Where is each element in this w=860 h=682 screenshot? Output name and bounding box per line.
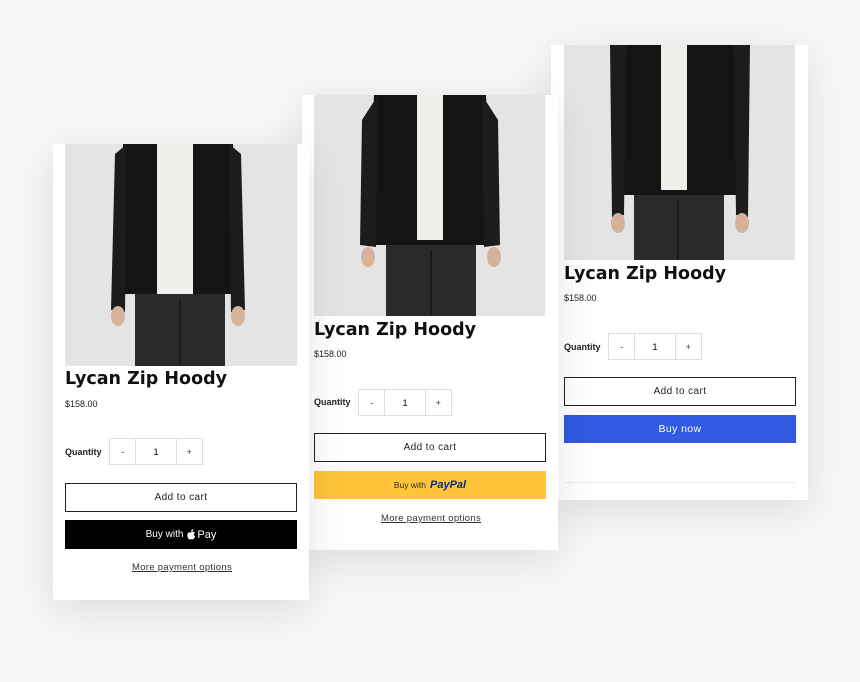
quantity-stepper: - 1 +	[608, 333, 702, 360]
buy-now-button[interactable]: Buy now	[564, 415, 796, 443]
product-image[interactable]	[564, 45, 795, 260]
product-price: $158.00	[65, 399, 98, 409]
quantity-input[interactable]: 1	[634, 334, 676, 359]
product-card-2: Lycan Zip Hoody $158.00 Quantity - 1 + A…	[302, 95, 558, 550]
paypal-prefix: Buy with	[393, 480, 427, 490]
product-price: $158.00	[564, 293, 597, 303]
apple-pay-brand: Pay	[197, 528, 217, 541]
quantity-input[interactable]: 1	[135, 439, 177, 464]
quantity-input[interactable]: 1	[384, 390, 426, 415]
apple-pay-button[interactable]: Buy with Pay	[65, 520, 297, 549]
more-payment-options-link[interactable]: More payment options	[381, 513, 481, 524]
product-image[interactable]	[65, 144, 297, 366]
product-title: Lycan Zip Hoody	[65, 369, 228, 389]
product-card-1: Lycan Zip Hoody $158.00 Quantity - 1 + A…	[53, 144, 309, 600]
product-image[interactable]	[314, 95, 545, 316]
more-payment-options-link[interactable]: More payment options	[132, 562, 232, 573]
apple-icon	[187, 529, 196, 540]
decrease-button[interactable]: -	[110, 439, 135, 464]
add-to-cart-button[interactable]: Add to cart	[564, 377, 796, 406]
jacket-illustration	[564, 45, 795, 260]
increase-button[interactable]: +	[676, 334, 701, 359]
increase-button[interactable]: +	[426, 390, 451, 415]
jacket-illustration	[314, 95, 545, 316]
decrease-button[interactable]: -	[609, 334, 634, 359]
product-title: Lycan Zip Hoody	[314, 320, 477, 340]
divider	[564, 482, 796, 483]
product-card-3: Lycan Zip Hoody $158.00 Quantity - 1 + A…	[551, 45, 808, 500]
decrease-button[interactable]: -	[359, 390, 384, 415]
quantity-label: Quantity	[564, 342, 601, 352]
jacket-illustration	[65, 144, 297, 366]
add-to-cart-button[interactable]: Add to cart	[314, 433, 546, 462]
paypal-logo: PayPal	[430, 479, 467, 491]
quantity-stepper: - 1 +	[109, 438, 203, 465]
quantity-label: Quantity	[314, 397, 351, 407]
apple-pay-prefix: Buy with	[145, 529, 184, 540]
add-to-cart-button[interactable]: Add to cart	[65, 483, 297, 512]
product-price: $158.00	[314, 349, 347, 359]
quantity-stepper: - 1 +	[358, 389, 452, 416]
product-title: Lycan Zip Hoody	[564, 264, 727, 284]
increase-button[interactable]: +	[177, 439, 202, 464]
buy-now-label: Buy now	[658, 423, 702, 435]
quantity-label: Quantity	[65, 447, 102, 457]
paypal-button[interactable]: Buy with PayPal	[314, 471, 546, 499]
